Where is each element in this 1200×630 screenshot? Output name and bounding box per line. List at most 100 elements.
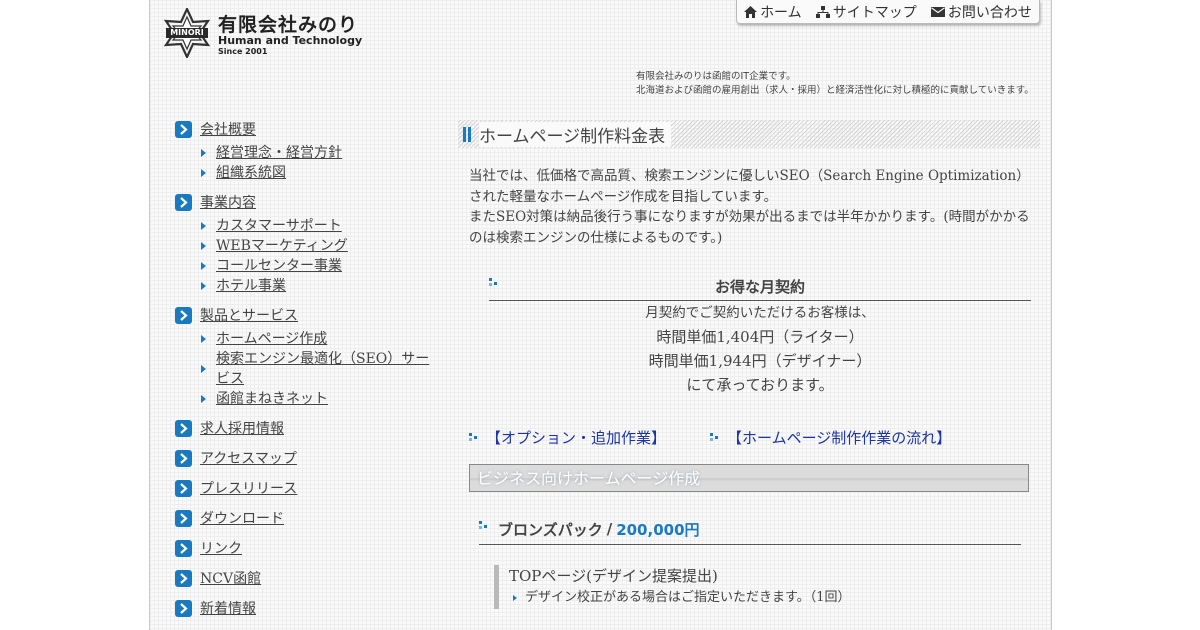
sidebar-item-download[interactable]: ダウンロード (175, 507, 440, 529)
sidebar-subitem-maneki-net[interactable]: 函館まねきネット (201, 389, 440, 409)
sidebar-navigation: 会社概要 経営理念・経営方針 組織系統図 事業内容 カスタマーサポート WEBマ… (175, 118, 440, 619)
triangle-bullet-icon (201, 365, 206, 373)
sidebar-subitem-customer-support[interactable]: カスタマーサポート (201, 216, 440, 236)
top-navigation: ホーム サイトマップ お問い合わせ (736, 0, 1040, 24)
monthly-plan-section: お得な月契約 月契約でご契約いただけるお客様は、 時間単価1,404円（ライター… (489, 274, 1031, 397)
logo-badge-text: MINORI (170, 28, 204, 37)
main-content: ホームページ制作料金表 当社では、低価格で高品質、検索エンジンに優しいSEO（S… (458, 120, 1040, 609)
triangle-bullet-icon (201, 169, 206, 177)
sidebar-subitem-call-center[interactable]: コールセンター事業 (201, 256, 440, 276)
company-subtitle: Human and Technology (218, 34, 363, 47)
sidebar-subitems-business: カスタマーサポート WEBマーケティング コールセンター事業 ホテル事業 (201, 216, 440, 296)
sitemap-icon (815, 5, 830, 18)
chevron-right-icon (175, 120, 192, 138)
nav-home-link[interactable]: ホーム (744, 2, 802, 22)
intro-paragraph-2: またSEO対策は納品後行う事になりますが効果が出るまでは半年かかります。(時間が… (469, 209, 1030, 246)
designer-hourly-rate: 時間単価1,944円（デザイナー） (648, 352, 872, 370)
sidebar-item-access[interactable]: アクセスマップ (175, 447, 440, 469)
chevron-right-icon (175, 449, 192, 467)
sidebar-item-recruit[interactable]: 求人採用情報 (175, 417, 440, 439)
sidebar-item-press[interactable]: プレスリリース (175, 477, 440, 499)
square-bullet-icon (479, 520, 487, 529)
workflow-link-label[interactable]: 【ホームページ制作作業の流れ】 (727, 427, 951, 448)
sidebar-item-ncv[interactable]: NCV函館 (175, 567, 440, 589)
page-frame: MINORI 有限会社みのり Human and Technology Sinc… (149, 0, 1052, 630)
chevron-right-icon (175, 509, 192, 527)
triangle-bullet-icon (201, 262, 206, 270)
square-bullet-icon (489, 278, 497, 286)
company-since: Since 2001 (218, 47, 268, 56)
nav-sitemap-link[interactable]: サイトマップ (815, 2, 917, 22)
triangle-bullet-icon (201, 335, 206, 343)
triangle-bullet-icon (201, 242, 206, 250)
sidebar-subitem-label[interactable]: コールセンター事業 (216, 256, 342, 276)
bronze-pack-name: ブロンズパック (498, 520, 603, 539)
chevron-right-icon (175, 539, 192, 557)
sidebar-subitem-philosophy[interactable]: 経営理念・経営方針 (201, 143, 440, 163)
sidebar-item-label[interactable]: 製品とサービス (200, 305, 298, 325)
bronze-pack-separator: / (606, 520, 613, 538)
sidebar-subitems-products: ホームページ作成 検索エンジン最適化（SEO）サービス 函館まねきネット (201, 329, 440, 409)
design-revision-note: デザイン校正がある場合はご指定いただきます。（1回） (509, 587, 1021, 609)
workflow-link[interactable]: 【ホームページ制作作業の流れ】 (710, 427, 951, 448)
sidebar-item-products[interactable]: 製品とサービス (175, 304, 440, 326)
company-logo[interactable]: MINORI 有限会社みのり Human and Technology Sinc… (162, 8, 362, 62)
sidebar-item-label[interactable]: ダウンロード (200, 508, 284, 528)
sidebar-subitem-label[interactable]: 経営理念・経営方針 (216, 143, 342, 163)
company-tagline: 有限会社みのりは函館のIT企業です。 北海道および函館の雇用創出（求人・採用）と… (636, 70, 1041, 98)
sidebar-item-label[interactable]: プレスリリース (200, 478, 297, 498)
bronze-pack-detail: TOPページ(デザイン提案提出) デザイン校正がある場合はご指定いただきます。（… (494, 565, 1021, 609)
top-page-item: TOPページ(デザイン提案提出) (509, 567, 718, 585)
sidebar-item-label[interactable]: 新着情報 (200, 598, 256, 618)
sidebar-item-label[interactable]: 会社概要 (200, 119, 256, 139)
monthly-plan-closing: にて承っております。 (686, 376, 834, 394)
intro-paragraph-1: 当社では、低価格で高品質、検索エンジンに優しいSEO（Search Engine… (469, 168, 1030, 205)
sidebar-subitem-label[interactable]: ホテル事業 (216, 276, 286, 296)
home-icon (744, 5, 758, 18)
sidebar-subitem-label[interactable]: WEBマーケティング (216, 236, 348, 256)
page-title-bar: ホームページ制作料金表 (458, 120, 1040, 148)
nav-sitemap-label: サイトマップ (832, 4, 917, 21)
sidebar-subitem-label[interactable]: 検索エンジン最適化（SEO）サービス (216, 349, 436, 389)
sidebar-subitem-org-chart[interactable]: 組織系統図 (201, 163, 440, 183)
sidebar-subitem-label[interactable]: 組織系統図 (216, 163, 286, 183)
sidebar-item-label[interactable]: リンク (200, 538, 242, 558)
nav-contact-label: お問い合わせ (947, 4, 1032, 21)
sidebar-subitem-hotel[interactable]: ホテル事業 (201, 276, 440, 296)
monthly-plan-heading: お得な月契約 (489, 274, 1031, 301)
sidebar-item-business[interactable]: 事業内容 (175, 191, 440, 213)
bronze-pack-section: ブロンズパック / 200,000円 TOPページ(デザイン提案提出) デザイン… (479, 514, 1021, 609)
sidebar-item-label[interactable]: アクセスマップ (200, 448, 297, 468)
sidebar-item-company[interactable]: 会社概要 (175, 118, 440, 140)
tagline-line-2: 北海道および函館の雇用創出（求人・採用）と経済活性化に対し積極的に貢献していきま… (636, 85, 1034, 96)
sidebar-item-news[interactable]: 新着情報 (175, 597, 440, 619)
envelope-icon (930, 6, 945, 17)
nav-contact-link[interactable]: お問い合わせ (930, 2, 1032, 22)
tagline-line-1: 有限会社みのりは函館のIT企業です。 (636, 71, 796, 82)
sidebar-item-label[interactable]: NCV函館 (200, 568, 261, 588)
design-revision-note-text: デザイン校正がある場合はご指定いただきます。（1回） (525, 590, 851, 605)
chevron-right-icon (175, 569, 192, 587)
sidebar-subitem-homepage[interactable]: ホームページ作成 (201, 329, 440, 349)
sidebar-item-links[interactable]: リンク (175, 537, 440, 559)
chevron-right-icon (175, 306, 192, 324)
nav-home-label: ホーム (760, 4, 802, 21)
bronze-pack-heading: ブロンズパック / 200,000円 (479, 514, 1021, 545)
options-link[interactable]: 【オプション・追加作業】 (469, 427, 666, 448)
sidebar-subitem-label[interactable]: ホームページ作成 (216, 329, 327, 349)
sidebar-subitem-web-marketing[interactable]: WEBマーケティング (201, 236, 440, 256)
triangle-bullet-icon (201, 282, 206, 290)
options-link-label[interactable]: 【オプション・追加作業】 (486, 427, 666, 448)
title-marker-icon (463, 126, 471, 142)
sidebar-item-label[interactable]: 事業内容 (200, 192, 256, 212)
triangle-bullet-icon (513, 595, 517, 601)
sidebar-subitem-seo[interactable]: 検索エンジン最適化（SEO）サービス (201, 349, 436, 389)
chevron-right-icon (175, 193, 192, 211)
sidebar-subitem-label[interactable]: 函館まねきネット (216, 389, 328, 409)
sidebar-item-label[interactable]: 求人採用情報 (200, 418, 284, 438)
bronze-pack-price: 200,000円 (616, 520, 700, 539)
sidebar-subitem-label[interactable]: カスタマーサポート (216, 216, 342, 236)
page-title: ホームページ制作料金表 (479, 121, 672, 147)
writer-hourly-rate: 時間単価1,404円（ライター） (656, 328, 864, 346)
business-homepage-banner: ビジネス向けホームページ作成 (469, 464, 1029, 492)
